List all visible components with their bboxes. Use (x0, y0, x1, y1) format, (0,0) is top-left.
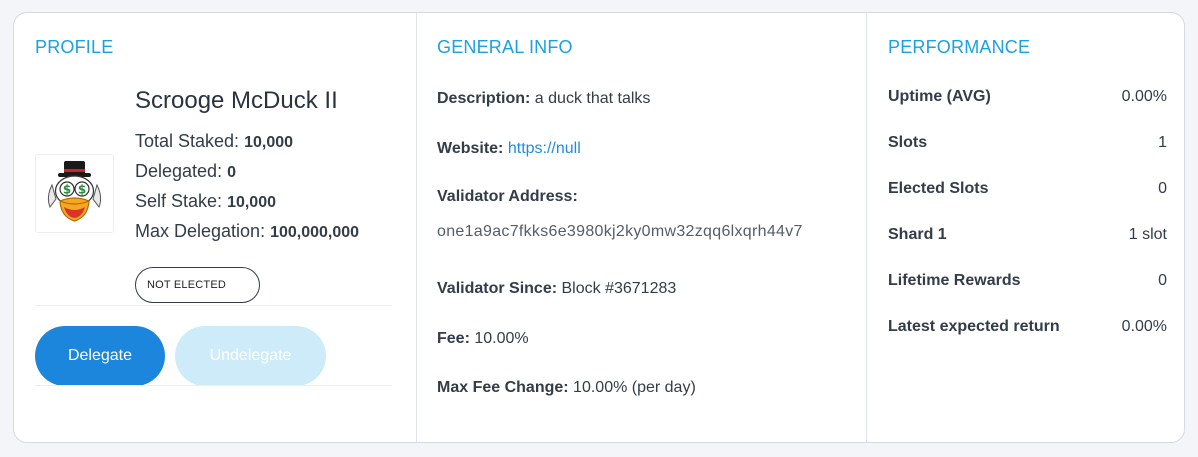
validator-since-label: Validator Since: (437, 280, 558, 297)
performance-row-shard: Shard 1 1 slot (888, 226, 1167, 244)
fee-row: Fee: 10.00% (437, 330, 529, 348)
performance-row-label: Latest expected return (888, 318, 1060, 335)
website-link[interactable]: https://null (508, 140, 581, 157)
validator-address-label: Validator Address: (437, 188, 578, 206)
performance-row-value: 0.00% (1121, 88, 1167, 105)
max-fee-change-row: Max Fee Change: 10.00% (per day) (437, 379, 696, 397)
performance-row-slots: Slots 1 (888, 134, 1167, 152)
profile-column: PROFILE $ $ Scrooge McDuck II Total Stak… (14, 13, 416, 442)
performance-row-value: 0 (1158, 272, 1167, 289)
validator-since-value: Block #3671283 (561, 280, 677, 297)
scrooge-mcduck-avatar-icon: $ $ (47, 161, 102, 222)
stat-self-stake: Self Stake: 10,000 (135, 191, 276, 212)
performance-row-label: Uptime (AVG) (888, 88, 991, 105)
general-info-section-title: GENERAL INFO (437, 37, 573, 57)
max-fee-change-label: Max Fee Change: (437, 379, 569, 396)
performance-row-value: 0.00% (1121, 318, 1167, 335)
performance-row-elected-slots: Elected Slots 0 (888, 180, 1167, 198)
performance-row-uptime: Uptime (AVG) 0.00% (888, 88, 1167, 106)
validator-address-value: one1a9ac7fkks6e3980kj2ky0mw32zqq6lxqrh44… (437, 223, 803, 240)
general-info-column: GENERAL INFO Description: a duck that ta… (416, 13, 867, 442)
stat-value: 100,000,000 (270, 224, 360, 241)
description-row: Description: a duck that talks (437, 90, 650, 108)
validator-address-label-text: Validator Address: (437, 188, 578, 205)
stat-value: 10,000 (244, 134, 294, 151)
stat-delegated: Delegated: 0 (135, 161, 236, 182)
website-label: Website: (437, 140, 504, 157)
performance-column: PERFORMANCE Uptime (AVG) 0.00% Slots 1 E… (866, 13, 1187, 442)
status-badge: NOT ELECTED (135, 267, 260, 303)
divider (35, 385, 392, 386)
delegate-button[interactable]: Delegate (35, 326, 165, 386)
performance-row-expected-return: Latest expected return 0.00% (888, 318, 1167, 336)
validator-card: PROFILE $ $ Scrooge McDuck II Total Stak… (13, 12, 1185, 443)
performance-row-lifetime-rewards: Lifetime Rewards 0 (888, 272, 1167, 290)
description-label: Description: (437, 90, 531, 107)
performance-section-title: PERFORMANCE (888, 37, 1031, 57)
stat-label: Self Stake: (135, 191, 223, 211)
stat-total-staked: Total Staked: 10,000 (135, 131, 293, 152)
profile-section-title: PROFILE (35, 37, 114, 57)
performance-row-label: Lifetime Rewards (888, 272, 1021, 289)
avatar: $ $ (35, 154, 114, 233)
performance-row-value: 1 slot (1128, 226, 1167, 243)
stat-label: Delegated: (135, 161, 223, 181)
stat-value: 10,000 (227, 194, 276, 211)
svg-text:$: $ (63, 183, 71, 197)
validator-since-row: Validator Since: Block #3671283 (437, 280, 676, 298)
website-row: Website: https://null (437, 140, 581, 158)
performance-row-label: Shard 1 (888, 226, 947, 243)
performance-row-label: Elected Slots (888, 180, 989, 197)
performance-row-value: 1 (1158, 134, 1167, 151)
validator-name: Scrooge McDuck II (135, 87, 338, 114)
performance-row-label: Slots (888, 134, 928, 151)
performance-row-value: 0 (1158, 180, 1167, 197)
fee-label: Fee: (437, 330, 470, 347)
description-value: a duck that talks (534, 90, 651, 107)
stat-label: Max Delegation: (135, 221, 266, 241)
stat-value: 0 (227, 164, 236, 181)
max-fee-change-value: 10.00% (per day) (573, 379, 696, 396)
stat-label: Total Staked: (135, 131, 240, 151)
undelegate-button[interactable]: Undelegate (175, 326, 326, 386)
fee-value: 10.00% (474, 330, 529, 347)
svg-text:$: $ (78, 183, 86, 197)
stat-max-delegation: Max Delegation: 100,000,000 (135, 221, 359, 242)
divider (35, 305, 392, 306)
